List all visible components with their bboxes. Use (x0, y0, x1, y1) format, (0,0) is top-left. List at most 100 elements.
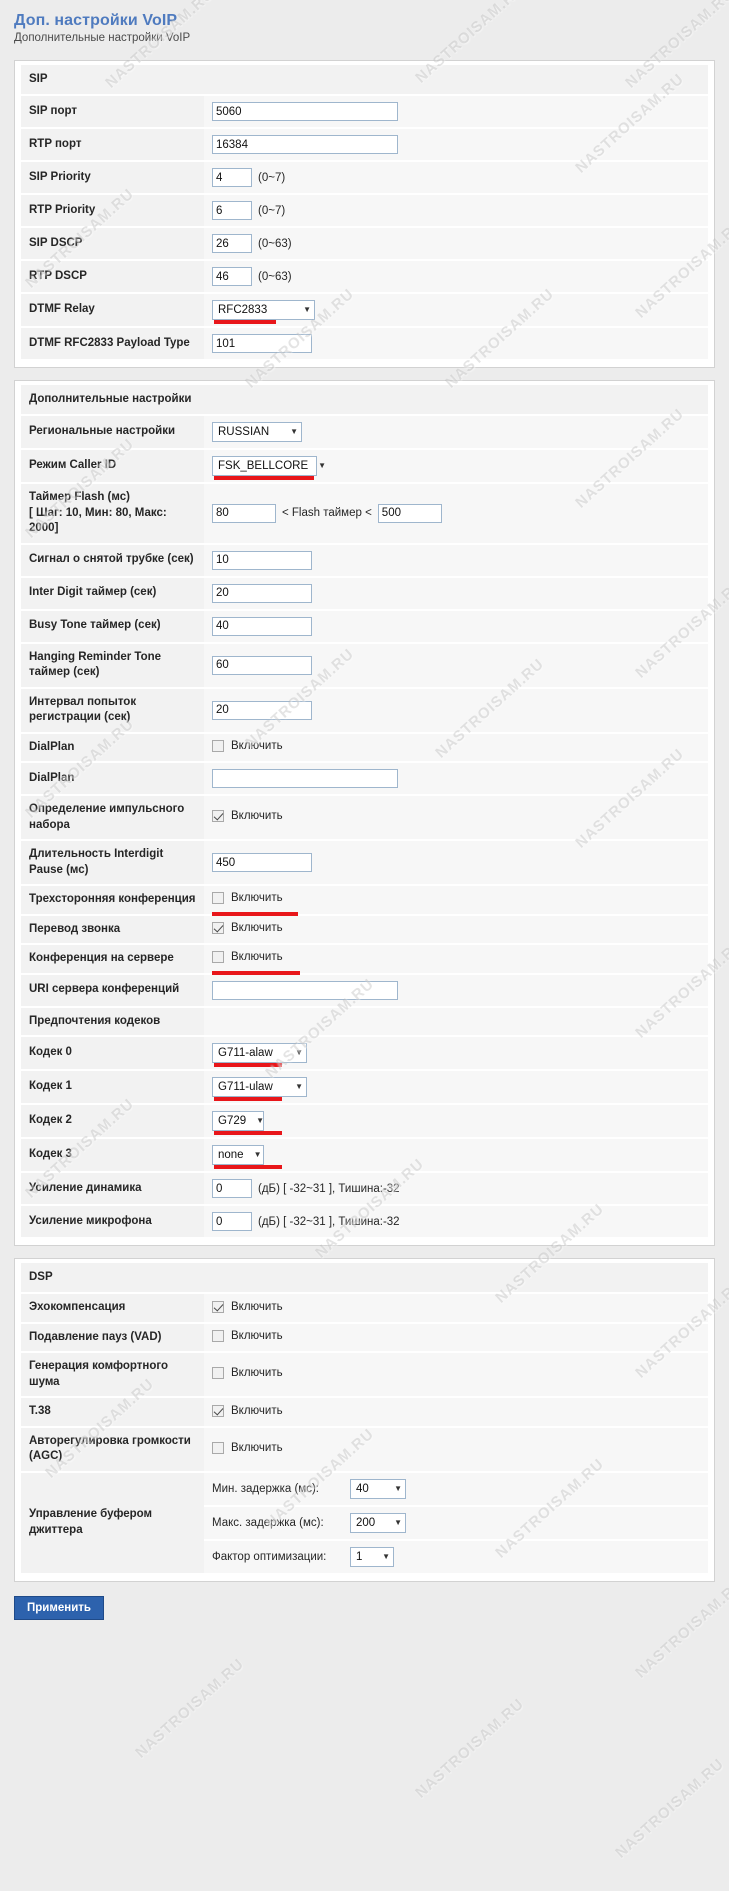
checkbox-icon[interactable] (212, 1441, 224, 1454)
jitter-factor-select[interactable]: 1 ▼ (350, 1546, 394, 1567)
echo-cancel-label: Эхокомпенсация (21, 1293, 204, 1324)
checkbox-icon[interactable] (212, 921, 224, 934)
pulse-detect-checkbox-wrap[interactable]: Включить (212, 810, 283, 823)
rtp-port-input[interactable] (212, 135, 398, 154)
callerid-select[interactable]: FSK_BELLCORE ▼ (212, 456, 326, 476)
sip-port-cell (204, 95, 708, 129)
dialplan-enable-checkbox-wrap[interactable]: Включить (212, 739, 283, 752)
jitter-max-label: Макс. задержка (мс): (212, 1516, 324, 1529)
table-row: DTMF RFC2833 Payload Type (21, 327, 708, 361)
dtmf-payload-input[interactable] (212, 334, 312, 353)
comfort-noise-text: Включить (231, 1367, 283, 1380)
flash-timer-label-line2: [ Шаг: 10, Мин: 80, Макс: 2000] (29, 506, 167, 535)
interdigit-timer-input[interactable] (212, 583, 312, 603)
checkbox-icon[interactable] (212, 810, 224, 823)
call-transfer-checkbox-wrap[interactable]: Включить (212, 921, 283, 934)
table-row: Кодек 2 G729 ▼ (21, 1104, 708, 1140)
regional-select[interactable]: RUSSIAN ▼ (212, 422, 302, 442)
sip-section-title-spacer (204, 65, 708, 96)
mic-gain-input[interactable] (212, 1212, 252, 1232)
checkbox-icon[interactable] (212, 1300, 224, 1313)
comfort-noise-cell: Включить (204, 1352, 708, 1399)
t38-text: Включить (231, 1404, 283, 1417)
offhook-tone-cell (204, 543, 708, 578)
codec-0-cell: G711-alaw ▼ (204, 1036, 708, 1072)
echo-cancel-cell: Включить (204, 1293, 708, 1324)
registration-interval-input[interactable] (212, 700, 312, 720)
extra-settings-panel: Дополнительные настройки Региональные на… (14, 380, 715, 1247)
extra-section-header-row: Дополнительные настройки (21, 385, 708, 416)
dialplan-enable-label: DialPlan (21, 732, 204, 764)
sip-port-input[interactable] (212, 102, 398, 121)
checkbox-icon[interactable] (212, 739, 224, 752)
chevron-down-icon: ▼ (394, 1517, 402, 1527)
echo-cancel-checkbox-wrap[interactable]: Включить (212, 1300, 283, 1313)
rtp-priority-input[interactable] (212, 201, 252, 220)
checkbox-icon[interactable] (212, 951, 224, 964)
chevron-down-icon: ▼ (394, 1483, 402, 1493)
jitter-min-select[interactable]: 40 ▼ (350, 1478, 406, 1499)
dialplan-text-input[interactable] (212, 769, 398, 789)
jitter-max-select[interactable]: 200 ▼ (350, 1512, 406, 1533)
sip-dscp-input[interactable] (212, 234, 252, 253)
comfort-noise-label: Генерация комфортного шума (21, 1352, 204, 1399)
watermark: NASTROISAM.RU (412, 1695, 528, 1802)
checkbox-icon[interactable] (212, 892, 224, 905)
dsp-table: DSP Эхокомпенсация Включить Подавление п… (21, 1263, 708, 1575)
sip-priority-input[interactable] (212, 168, 252, 187)
table-row: RTP Priority (0~7) (21, 194, 708, 228)
agc-checkbox-wrap[interactable]: Включить (212, 1441, 283, 1454)
conference-uri-cell (204, 973, 708, 1008)
flash-timer-max-input[interactable] (377, 503, 442, 523)
apply-button[interactable]: Применить (14, 1595, 104, 1620)
checkbox-icon[interactable] (212, 1404, 224, 1417)
checkbox-icon[interactable] (212, 1367, 224, 1380)
offhook-tone-input[interactable] (212, 550, 312, 570)
table-row: Управление буфером джиттера Мин. задержк… (21, 1471, 708, 1575)
rtp-priority-label: RTP Priority (21, 194, 204, 228)
t38-checkbox-wrap[interactable]: Включить (212, 1404, 283, 1417)
extra-section-title: Дополнительные настройки (21, 385, 204, 416)
codec-1-select[interactable]: G711-ulaw ▼ (212, 1077, 307, 1098)
three-way-conf-checkbox-wrap[interactable]: Включить (212, 892, 283, 905)
codec-1-value: G711-ulaw (218, 1081, 273, 1094)
vad-text: Включить (231, 1330, 283, 1343)
vad-label: Подавление пауз (VAD) (21, 1322, 204, 1354)
rtp-priority-hint: (0~7) (258, 204, 286, 217)
pulse-detect-cell: Включить (204, 795, 708, 842)
mic-gain-cell: (дБ) [ -32~31 ], Тишина:-32 (204, 1205, 708, 1240)
table-row: Трехсторонняя конференция Включить (21, 885, 708, 917)
dialplan-enable-cell: Включить (204, 732, 708, 764)
table-row: Авторегулировка громкости (AGC) Включить (21, 1426, 708, 1473)
server-conference-checkbox-wrap[interactable]: Включить (212, 951, 283, 964)
rtp-dscp-label: RTP DSCP (21, 260, 204, 294)
vad-checkbox-wrap[interactable]: Включить (212, 1330, 283, 1343)
codec-3-select[interactable]: none ▼ (212, 1145, 264, 1166)
dtmf-relay-select[interactable]: RFC2833 ▼ (212, 300, 315, 320)
flash-timer-cell: < Flash таймер < (204, 483, 708, 545)
registration-interval-label: Интервал попыток регистрации (сек) (21, 687, 204, 734)
codec-0-select[interactable]: G711-alaw ▼ (212, 1043, 307, 1064)
rtp-dscp-input[interactable] (212, 267, 252, 286)
flash-timer-min-input[interactable] (212, 503, 276, 523)
chevron-down-icon: ▼ (303, 305, 311, 314)
interdigit-pause-input[interactable] (212, 853, 312, 873)
rtp-port-cell (204, 128, 708, 162)
table-row: Режим Caller ID FSK_BELLCORE ▼ (21, 449, 708, 484)
comfort-noise-checkbox-wrap[interactable]: Включить (212, 1367, 283, 1380)
table-row: Hanging Reminder Tone таймер (сек) (21, 642, 708, 689)
conference-uri-input[interactable] (212, 980, 398, 1000)
checkbox-icon[interactable] (212, 1330, 224, 1343)
watermark: NASTROISAM.RU (132, 1655, 248, 1762)
busytone-timer-input[interactable] (212, 616, 312, 636)
codec-2-select[interactable]: G729 ▼ (212, 1111, 264, 1132)
flash-timer-between-label: < Flash таймер < (282, 507, 372, 520)
hanging-reminder-input[interactable] (212, 655, 312, 675)
table-row: RTP порт (21, 128, 708, 162)
highlight-marker (214, 1165, 282, 1170)
busytone-timer-cell (204, 609, 708, 644)
speaker-gain-input[interactable] (212, 1179, 252, 1199)
table-row: Предпочтения кодеков (21, 1006, 708, 1038)
callerid-label: Режим Caller ID (21, 449, 204, 484)
hanging-reminder-cell (204, 642, 708, 689)
